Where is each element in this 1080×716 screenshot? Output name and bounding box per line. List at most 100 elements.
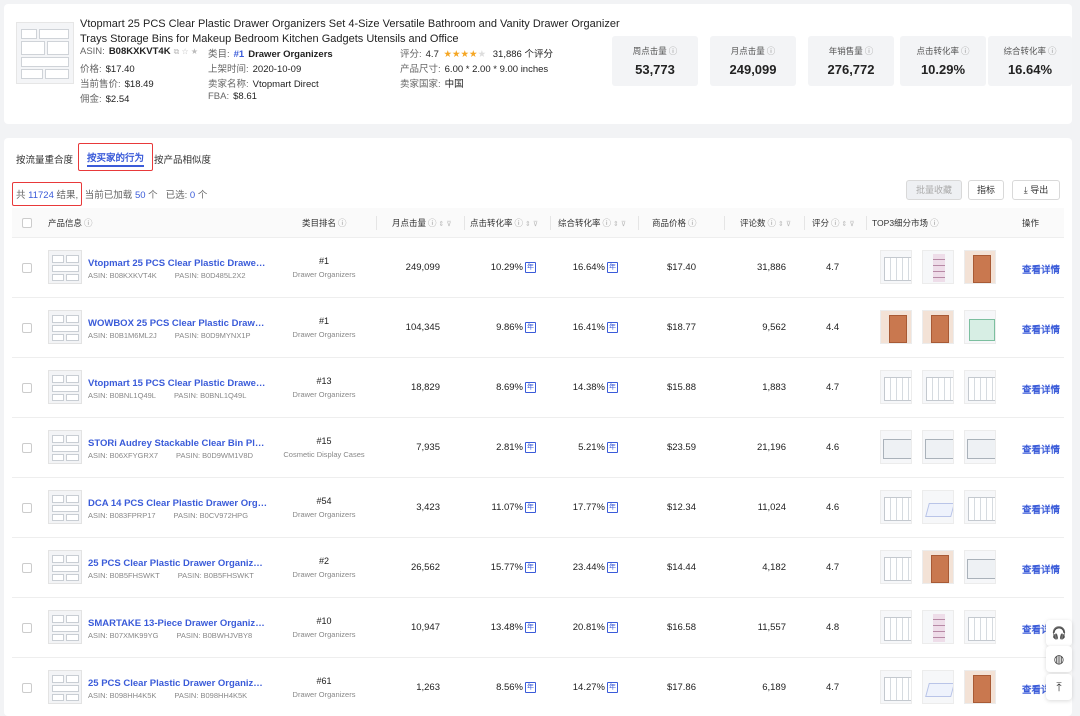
- row-checkbox[interactable]: [22, 323, 32, 333]
- product-name-link[interactable]: 25 PCS Clear Plastic Drawer Organizers S…: [88, 558, 268, 569]
- year-tag[interactable]: 年: [525, 562, 536, 573]
- year-tag[interactable]: 年: [525, 502, 536, 513]
- asin-field: ASIN: B08KXKVT4K ⧉ ☆ ★: [80, 46, 199, 57]
- click-conversion: 8.69% 年: [496, 382, 536, 393]
- row-checkbox[interactable]: [22, 263, 32, 273]
- year-tag[interactable]: 年: [607, 622, 618, 633]
- view-details-link[interactable]: 查看详情: [1022, 442, 1060, 456]
- table-row: WOWBOX 25 PCS Clear Plastic Drawer Or...…: [12, 298, 1064, 358]
- product-name-link[interactable]: Vtopmart 15 PCS Clear Plastic Drawer Org…: [88, 378, 268, 389]
- table-row: Vtopmart 25 PCS Clear Plastic Drawer Or.…: [12, 238, 1064, 298]
- click-conversion: 2.81% 年: [496, 442, 536, 453]
- row-checkbox[interactable]: [22, 443, 32, 453]
- product-title[interactable]: Vtopmart 25 PCS Clear Plastic Drawer Org…: [80, 17, 620, 47]
- market-thumbnail[interactable]: [964, 610, 996, 644]
- year-tag[interactable]: 年: [607, 682, 618, 693]
- market-thumbnail[interactable]: [880, 250, 912, 284]
- review-count: 6,189: [762, 682, 786, 693]
- market-thumbnail[interactable]: [880, 550, 912, 584]
- year-tag[interactable]: 年: [525, 382, 536, 393]
- market-thumbnail[interactable]: [964, 370, 996, 404]
- market-thumbnail[interactable]: [880, 430, 912, 464]
- market-thumbnail[interactable]: [880, 670, 912, 704]
- row-checkbox[interactable]: [22, 503, 32, 513]
- tab-bar: 按流量重合度 按买家的行为 按产品相似度: [4, 138, 1072, 178]
- select-all-checkbox[interactable]: [22, 218, 32, 228]
- globe-icon[interactable]: ◍: [1046, 646, 1072, 672]
- year-tag[interactable]: 年: [525, 682, 536, 693]
- col-overall-conversion[interactable]: 综合转化率 ⓘ ⇕ ⊽: [558, 208, 626, 238]
- market-thumbnail[interactable]: [964, 550, 996, 584]
- year-tag[interactable]: 年: [607, 562, 618, 573]
- market-thumbnail[interactable]: [922, 310, 954, 344]
- product-thumbnail[interactable]: [48, 310, 82, 344]
- year-tag[interactable]: 年: [607, 502, 618, 513]
- click-conversion: 8.56% 年: [496, 682, 536, 693]
- row-checkbox[interactable]: [22, 623, 32, 633]
- batch-collect-button[interactable]: 批量收藏: [906, 180, 962, 200]
- year-tag[interactable]: 年: [607, 442, 618, 453]
- col-top3-markets: TOP3细分市场 ⓘ: [872, 218, 939, 228]
- copy-icon[interactable]: ⧉ ☆ ★: [174, 47, 199, 56]
- view-details-link[interactable]: 查看详情: [1022, 262, 1060, 276]
- product-thumbnail[interactable]: [48, 550, 82, 584]
- product-asins: ASIN: B098HH4K5K PASIN: B098HH4K5K: [88, 691, 248, 700]
- row-checkbox[interactable]: [22, 563, 32, 573]
- view-details-link[interactable]: 查看详情: [1022, 322, 1060, 336]
- col-monthly-clicks[interactable]: 月点击量 ⓘ ⇕ ⊽: [392, 208, 451, 238]
- market-thumbnail[interactable]: [964, 310, 996, 344]
- col-click-conversion[interactable]: 点击转化率 ⓘ ⇕ ⊽: [470, 208, 538, 238]
- view-details-link[interactable]: 查看详情: [1022, 382, 1060, 396]
- headset-icon[interactable]: 🎧: [1046, 620, 1072, 646]
- product-thumbnail[interactable]: [48, 610, 82, 644]
- product-thumbnail[interactable]: [48, 370, 82, 404]
- year-tag[interactable]: 年: [525, 442, 536, 453]
- market-thumbnail[interactable]: [964, 670, 996, 704]
- market-thumbnail[interactable]: [964, 430, 996, 464]
- back-to-top-icon[interactable]: ⤒: [1046, 674, 1072, 700]
- year-tag[interactable]: 年: [525, 262, 536, 273]
- year-tag[interactable]: 年: [607, 262, 618, 273]
- row-checkbox[interactable]: [22, 683, 32, 693]
- market-thumbnail[interactable]: [880, 610, 912, 644]
- col-reviews[interactable]: 评论数 ⓘ ⇕ ⊽: [740, 208, 791, 238]
- category-rank: #54: [316, 496, 332, 506]
- market-thumbnail[interactable]: [880, 490, 912, 524]
- tab-buyer-behavior[interactable]: 按买家的行为: [78, 143, 154, 171]
- col-price[interactable]: 商品价格 ⓘ: [652, 208, 697, 238]
- year-tag[interactable]: 年: [525, 322, 536, 333]
- market-thumbnail[interactable]: [880, 370, 912, 404]
- metrics-button[interactable]: 指标: [968, 180, 1004, 200]
- tab-product-similarity[interactable]: 按产品相似度: [154, 152, 211, 166]
- product-name-link[interactable]: Vtopmart 25 PCS Clear Plastic Drawer Or.…: [88, 258, 268, 269]
- market-thumbnail[interactable]: [922, 490, 954, 524]
- year-tag[interactable]: 年: [607, 382, 618, 393]
- view-details-link[interactable]: 查看详情: [1022, 502, 1060, 516]
- product-name-link[interactable]: 25 PCS Clear Plastic Drawer Organizers S…: [88, 678, 268, 689]
- year-tag[interactable]: 年: [525, 622, 536, 633]
- product-name-link[interactable]: DCA 14 PCS Clear Plastic Drawer Organiz.…: [88, 498, 268, 509]
- market-thumbnail[interactable]: [880, 310, 912, 344]
- col-rating[interactable]: 评分 ⓘ ⇕ ⊽: [812, 208, 854, 238]
- market-thumbnail[interactable]: [922, 250, 954, 284]
- row-checkbox[interactable]: [22, 383, 32, 393]
- market-thumbnail[interactable]: [922, 670, 954, 704]
- product-name-link[interactable]: STORi Audrey Stackable Clear Bin Plastic…: [88, 438, 268, 449]
- market-thumbnail[interactable]: [964, 250, 996, 284]
- product-thumbnail[interactable]: [48, 490, 82, 524]
- market-thumbnail[interactable]: [922, 430, 954, 464]
- overall-conversion: 17.77% 年: [572, 502, 618, 513]
- market-thumbnail[interactable]: [922, 370, 954, 404]
- view-details-link[interactable]: 查看详情: [1022, 562, 1060, 576]
- product-thumbnail[interactable]: [48, 250, 82, 284]
- year-tag[interactable]: 年: [607, 322, 618, 333]
- product-name-link[interactable]: WOWBOX 25 PCS Clear Plastic Drawer Or...: [88, 318, 268, 329]
- market-thumbnail[interactable]: [922, 550, 954, 584]
- market-thumbnail[interactable]: [964, 490, 996, 524]
- product-thumbnail[interactable]: [48, 670, 82, 704]
- export-button[interactable]: ⤓ 导出: [1012, 180, 1060, 200]
- product-thumbnail[interactable]: [48, 430, 82, 464]
- tab-traffic-overlap[interactable]: 按流量重合度: [16, 152, 73, 166]
- market-thumbnail[interactable]: [922, 610, 954, 644]
- product-name-link[interactable]: SMARTAKE 13-Piece Drawer Organizers ...: [88, 618, 268, 629]
